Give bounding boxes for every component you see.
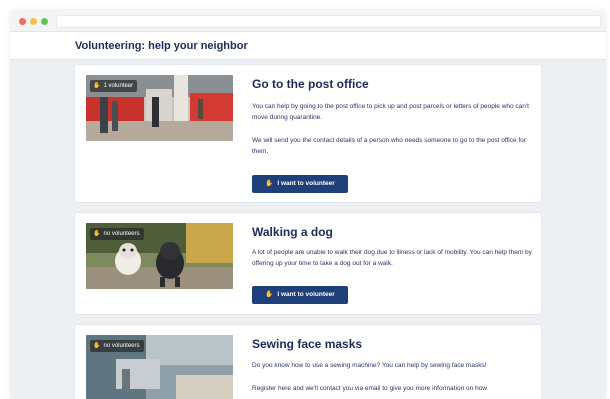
opportunity-list: ✋ 1 volunteer Go to the post office You c… bbox=[10, 60, 606, 399]
opportunity-title: Go to the post office bbox=[252, 77, 369, 91]
hand-icon: ✋ bbox=[265, 291, 274, 298]
opportunity-card-face-masks: ✋ no volunteers Sewing face masks Do you … bbox=[74, 324, 542, 399]
sewing-machine-image: ✋ no volunteers bbox=[86, 335, 233, 399]
opportunity-card-dog-walking: ✋ no volunteers Walking a dog A lot of pe… bbox=[74, 212, 542, 315]
opportunity-title: Walking a dog bbox=[252, 225, 333, 239]
close-window-button[interactable] bbox=[19, 18, 26, 25]
volunteer-count-badge: ✋ 1 volunteer bbox=[90, 80, 138, 92]
hand-icon: ✋ bbox=[93, 83, 101, 89]
opportunity-card-post-office: ✋ 1 volunteer Go to the post office You c… bbox=[74, 64, 542, 203]
hand-icon: ✋ bbox=[93, 343, 101, 349]
volunteer-count-badge: ✋ no volunteers bbox=[90, 228, 144, 240]
hand-icon: ✋ bbox=[93, 231, 101, 237]
opportunity-description: We will send you the contact details of … bbox=[252, 137, 527, 155]
hand-icon: ✋ bbox=[265, 180, 274, 187]
opportunity-description: You can help by going to the post office… bbox=[252, 103, 529, 121]
volunteer-button[interactable]: ✋ I want to volunteer bbox=[252, 175, 348, 193]
opportunity-description: Register here and we'll contact you via … bbox=[252, 385, 487, 392]
post-office-image: ✋ 1 volunteer bbox=[86, 75, 233, 141]
browser-toolbar bbox=[10, 10, 606, 32]
page-header: Volunteering: help your neighbor bbox=[10, 32, 606, 60]
dog-walking-image: ✋ no volunteers bbox=[86, 223, 233, 289]
opportunity-description: A lot of people are unable to walk their… bbox=[252, 249, 532, 267]
opportunity-title: Sewing face masks bbox=[252, 337, 363, 351]
maximize-window-button[interactable] bbox=[41, 18, 48, 25]
volunteer-button[interactable]: ✋ I want to volunteer bbox=[252, 286, 348, 304]
page-title: Volunteering: help your neighbor bbox=[75, 40, 248, 52]
opportunity-description: Do you know how to use a sewing machine?… bbox=[252, 362, 487, 369]
address-bar[interactable] bbox=[56, 15, 601, 28]
browser-window: Volunteering: help your neighbor ✋ 1 vol… bbox=[10, 10, 606, 399]
volunteer-count-badge: ✋ no volunteers bbox=[90, 340, 144, 352]
minimize-window-button[interactable] bbox=[30, 18, 37, 25]
